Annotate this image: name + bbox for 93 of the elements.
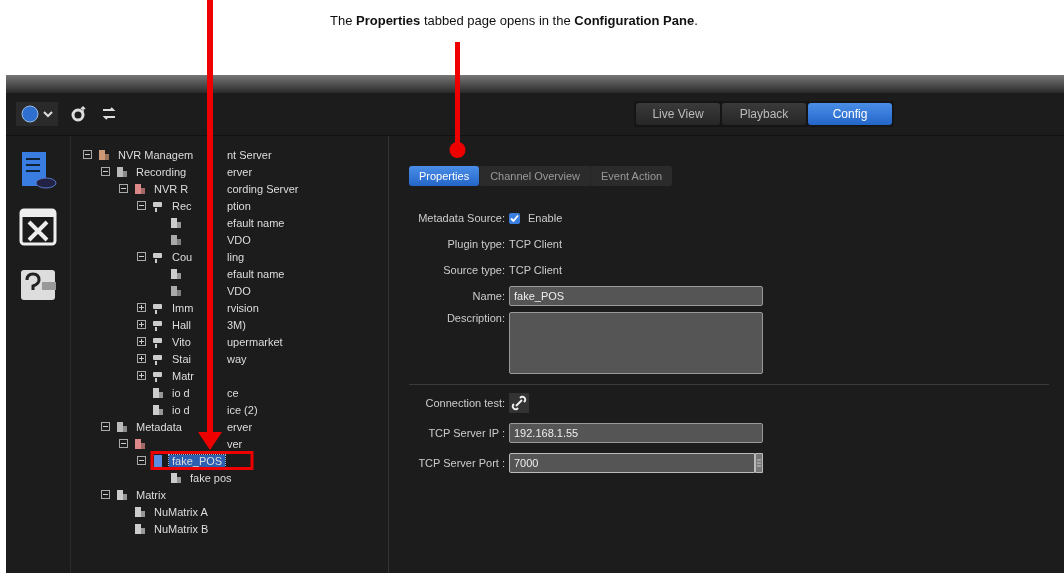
tree-item-text[interactable]: VDO [226,284,252,297]
tree-item-text[interactable]: rvision [226,301,260,314]
tree-item[interactable]: NVR Managem [115,148,197,161]
description-field[interactable] [509,312,763,374]
expand-icon[interactable] [137,337,146,346]
server-icon [169,470,183,485]
expand-icon[interactable] [137,303,146,312]
server-icon [115,419,129,434]
name-field[interactable]: fake_POS [509,286,763,306]
tree-item[interactable]: NuMatrix B [151,522,212,535]
tree-item-text[interactable]: erver [226,165,254,178]
document-icon [151,453,165,468]
tree-item-text[interactable]: VDO [226,233,252,246]
collapse-icon[interactable] [137,201,146,210]
collapse-icon[interactable] [101,167,110,176]
tree-item[interactable]: fake pos [187,471,235,484]
ip-field[interactable]: 192.168.1.55 [509,423,763,443]
tree-item[interactable]: Matr [169,369,197,382]
tree-item-text[interactable]: efault name [226,216,286,229]
tree-item-text[interactable]: upermarket [226,335,284,348]
tree-item-text[interactable]: ce [226,386,240,399]
server-icon [133,181,147,196]
field-label: Plugin type: [446,238,505,250]
tree-item[interactable]: io d [169,403,193,416]
chevron-down-icon [43,110,53,118]
tree-item-text[interactable]: cording Server [226,182,300,195]
tree-item[interactable]: Rec [169,199,195,212]
tree-item[interactable]: Hall [169,318,194,331]
server-icon [97,147,111,162]
expand-icon[interactable] [137,371,146,380]
server-icon [151,402,165,417]
port-field[interactable]: 7000 [509,453,755,473]
field-label: Source type: [442,264,505,276]
server-icon [115,487,129,502]
server-icon [169,283,183,298]
server-icon [151,385,165,400]
tools-icon[interactable] [18,206,58,248]
field-label: TCP Server Port : [417,457,505,469]
tree-item[interactable]: NVR R [151,182,192,195]
expand-icon[interactable] [137,320,146,329]
field-value: TCP Client [509,263,563,278]
globe-dropdown[interactable] [16,102,58,126]
link-icon[interactable] [509,393,529,413]
server-icon [133,521,147,536]
enable-checkbox[interactable] [509,212,520,224]
page-tab[interactable]: Channel Overview [480,166,590,186]
mode-tab[interactable]: Config [808,103,892,125]
tree-item-text[interactable]: nt Server [226,148,273,161]
tree-item-text[interactable]: ver [226,437,244,450]
field-label: Description: [445,312,505,324]
field-value: TCP Client [509,237,563,252]
collapse-icon[interactable] [83,150,92,159]
field-label: Metadata Source: [417,212,505,224]
tree-item-text[interactable]: ice (2) [226,403,259,416]
mode-tab[interactable]: Playback [722,103,806,125]
tree-item[interactable]: Recording [133,165,190,178]
tree-item-text[interactable]: way [226,352,248,365]
tree-item[interactable]: Vito [169,335,194,348]
page-tab[interactable]: Event Action [591,166,673,186]
tree-item-text[interactable]: ption [226,199,252,212]
server-icon [133,504,147,519]
mode-tab[interactable]: Live View [636,103,720,125]
tree-item[interactable]: Cou [169,250,196,263]
collapse-icon[interactable] [101,490,110,499]
server-icon [133,436,147,451]
collapse-icon[interactable] [137,456,146,465]
field-label: Name: [471,290,505,302]
field-label: Connection test: [424,397,505,409]
tree-item-text[interactable]: 3M) [226,318,247,331]
collapse-icon[interactable] [119,184,128,193]
tree-item[interactable]: io d [169,386,193,399]
tree-item[interactable]: NuMatrix A [151,505,211,518]
server-icon [115,164,129,179]
checkbox-label: Enable [528,211,563,226]
tree-item[interactable]: fake_POS [169,454,226,467]
globe-icon [21,105,39,123]
tree-item[interactable]: Metadata [133,420,185,433]
collapse-icon[interactable] [137,252,146,261]
field-label: TCP Server IP : [427,427,505,439]
caption: The Properties tabbed page opens in the Configuration Pane. [330,13,698,28]
tree-item-text[interactable]: ling [226,250,246,263]
page-tab[interactable]: Properties [409,166,480,186]
expand-icon[interactable] [137,354,146,363]
tree-item[interactable]: Imm [169,301,197,314]
server-icon [169,232,183,247]
tree-item[interactable]: Matrix [133,488,169,501]
tree-item[interactable]: Stai [169,352,194,365]
collapse-icon[interactable] [101,422,110,431]
collapse-icon[interactable] [119,439,128,448]
tree-item-text[interactable]: erver [226,420,254,433]
tree-item-text[interactable]: efault name [226,267,286,280]
server-icon [169,215,183,230]
server-icon [169,266,183,281]
